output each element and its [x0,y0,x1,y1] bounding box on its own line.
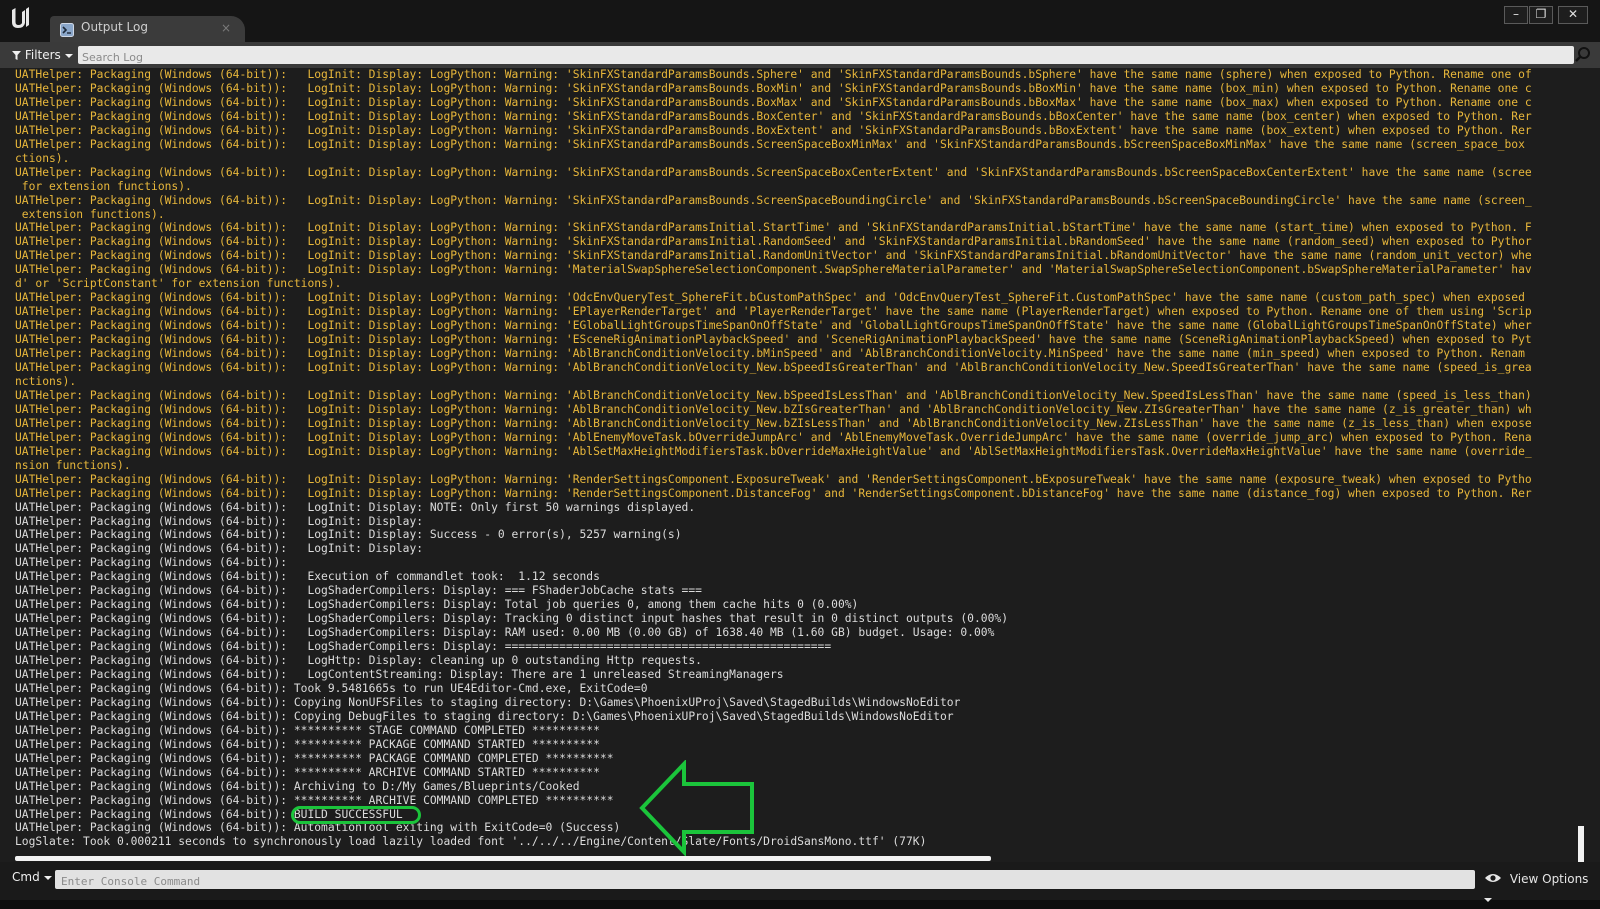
cmd-dropdown[interactable]: Cmd [12,870,52,884]
log-line-warning: UATHelper: Packaging (Windows (64-bit)):… [15,193,1532,207]
log-line: UATHelper: Packaging (Windows (64-bit)):… [15,821,621,835]
log-line-warning: UATHelper: Packaging (Windows (64-bit)):… [15,430,1532,444]
log-line: UATHelper: Packaging (Windows (64-bit)):… [15,598,859,612]
horizontal-scrollbar[interactable] [15,856,991,861]
log-line-warning: UATHelper: Packaging (Windows (64-bit)):… [15,486,1532,500]
log-line-warning: for extension functions). [15,179,192,193]
log-line-warning: UATHelper: Packaging (Windows (64-bit)):… [15,333,1532,347]
log-line-warning: ctions). [15,151,70,165]
log-line: UATHelper: Packaging (Windows (64-bit)):… [15,612,1008,626]
log-line: UATHelper: Packaging (Windows (64-bit)):… [15,500,696,514]
log-line: UATHelper: Packaging (Windows (64-bit)):… [15,570,600,584]
filters-button[interactable]: Filters [6,45,79,65]
log-line-warning: UATHelper: Packaging (Windows (64-bit)):… [15,109,1532,123]
filters-label: Filters [24,48,61,62]
log-line: UATHelper: Packaging (Windows (64-bit)): [15,556,288,570]
log-line-warning: UATHelper: Packaging (Windows (64-bit)):… [15,388,1532,402]
view-options-button[interactable]: View Options [1484,869,1600,902]
close-button[interactable]: ✕ [1558,6,1588,24]
log-line-warning: UATHelper: Packaging (Windows (64-bit)):… [15,361,1532,375]
log-line: UATHelper: Packaging (Windows (64-bit)):… [15,667,784,681]
log-line: UATHelper: Packaging (Windows (64-bit)):… [15,514,424,528]
log-line: UATHelper: Packaging (Windows (64-bit)):… [15,528,682,542]
log-line-warning: UATHelper: Packaging (Windows (64-bit)):… [15,165,1532,179]
vertical-scrollbar[interactable] [1578,826,1584,862]
filter-icon [12,51,21,60]
view-options-label: View Options [1509,872,1589,886]
log-line-warning: nctions). [15,374,77,388]
log-line-warning: UATHelper: Packaging (Windows (64-bit)):… [15,263,1532,277]
log-line-warning: UATHelper: Packaging (Windows (64-bit)):… [15,472,1532,486]
maximize-button[interactable]: ❐ [1529,6,1553,24]
console-command-input[interactable] [55,872,1467,891]
log-line: UATHelper: Packaging (Windows (64-bit)):… [15,793,614,807]
log-toolbar: Filters [0,42,1600,68]
log-line: UATHelper: Packaging (Windows (64-bit)):… [15,723,600,737]
log-line: UATHelper: Packaging (Windows (64-bit)):… [15,542,424,556]
log-line: UATHelper: Packaging (Windows (64-bit)):… [15,765,600,779]
build-successful-highlight [291,806,421,824]
highlight-arrow-icon [638,759,756,857]
output-log-tab-icon [60,22,74,37]
search-box [78,46,1574,67]
tab-label: Output Log [81,20,148,34]
log-line-warning: UATHelper: Packaging (Windows (64-bit)):… [15,416,1532,430]
log-line: UATHelper: Packaging (Windows (64-bit)):… [15,807,403,821]
log-line-warning: UATHelper: Packaging (Windows (64-bit)):… [15,235,1532,249]
log-line: UATHelper: Packaging (Windows (64-bit)):… [15,640,832,654]
output-log-view[interactable]: UATHelper: Packaging (Windows (64-bit)):… [0,68,1600,862]
log-line-warning: UATHelper: Packaging (Windows (64-bit)):… [15,68,1532,81]
tab-close-button[interactable]: × [221,21,231,35]
log-line: UATHelper: Packaging (Windows (64-bit)):… [15,779,580,793]
log-line-warning: extension functions). [15,207,165,221]
log-line-warning: UATHelper: Packaging (Windows (64-bit)):… [15,95,1532,109]
log-line: UATHelper: Packaging (Windows (64-bit)):… [15,654,702,668]
log-line-warning: d' or 'ScriptConstant' for extension fun… [15,277,342,291]
log-line: UATHelper: Packaging (Windows (64-bit)):… [15,626,995,640]
log-line-warning: UATHelper: Packaging (Windows (64-bit)):… [15,137,1525,151]
log-line-warning: UATHelper: Packaging (Windows (64-bit)):… [15,249,1532,263]
eye-icon [1485,874,1501,882]
search-input[interactable] [78,48,1546,67]
log-line: UATHelper: Packaging (Windows (64-bit)):… [15,681,648,695]
console-box [55,870,1475,891]
dropdown-arrow-icon [43,876,52,880]
log-line-warning: UATHelper: Packaging (Windows (64-bit)):… [15,444,1532,458]
log-line: UATHelper: Packaging (Windows (64-bit)):… [15,751,614,765]
log-line: LogSlate: Took 0.000211 seconds to synch… [15,835,927,849]
log-lines: UATHelper: Packaging (Windows (64-bit)):… [15,68,1575,849]
dropdown-arrow-icon [1484,898,1492,902]
log-line-warning: UATHelper: Packaging (Windows (64-bit)):… [15,123,1532,137]
log-line-warning: UATHelper: Packaging (Windows (64-bit)):… [15,305,1532,319]
log-line: UATHelper: Packaging (Windows (64-bit)):… [15,737,600,751]
minimize-button[interactable]: – [1504,6,1528,24]
log-line: UATHelper: Packaging (Windows (64-bit)):… [15,709,954,723]
log-line-warning: UATHelper: Packaging (Windows (64-bit)):… [15,347,1525,361]
log-line-warning: UATHelper: Packaging (Windows (64-bit)):… [15,221,1532,235]
unreal-logo-icon [6,6,32,32]
cmd-label: Cmd [12,870,40,884]
tab-output-log[interactable]: Output Log × [50,16,245,42]
log-line-warning: nsion functions). [15,458,131,472]
console-bar: Cmd View Options [0,862,1600,902]
search-icon[interactable] [1574,46,1592,64]
log-line: UATHelper: Packaging (Windows (64-bit)):… [15,584,702,598]
log-line-warning: UATHelper: Packaging (Windows (64-bit)):… [15,402,1532,416]
log-line-warning: UATHelper: Packaging (Windows (64-bit)):… [15,81,1532,95]
title-bar: Output Log × – ❐ ✕ [0,0,1600,42]
log-line: UATHelper: Packaging (Windows (64-bit)):… [15,695,961,709]
log-line-warning: UATHelper: Packaging (Windows (64-bit)):… [15,291,1525,305]
dropdown-arrow-icon [64,54,73,58]
log-line-warning: UATHelper: Packaging (Windows (64-bit)):… [15,319,1532,333]
